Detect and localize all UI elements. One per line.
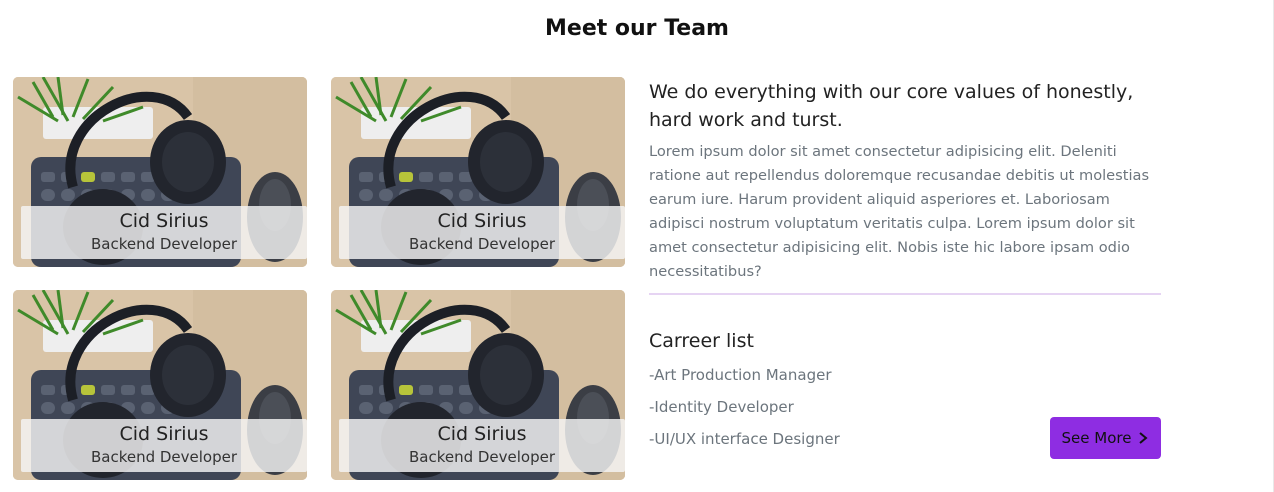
member-role: Backend Developer (90, 235, 238, 253)
divider (649, 293, 1161, 295)
team-caption: Cid Sirius Backend Developer (21, 419, 307, 472)
team-caption: Cid Sirius Backend Developer (339, 206, 625, 259)
team-card: Cid Sirius Backend Developer (331, 290, 625, 480)
section-title: Meet our Team (545, 16, 729, 41)
team-caption: Cid Sirius Backend Developer (339, 419, 625, 472)
see-more-button[interactable]: See More (1050, 417, 1161, 459)
see-more-label: See More (1061, 429, 1132, 447)
team-card: Cid Sirius Backend Developer (13, 77, 307, 267)
about-panel: We do everything with our core values of… (649, 78, 1161, 284)
member-role: Backend Developer (408, 448, 556, 466)
about-body: Lorem ipsum dolor sit amet consectetur a… (649, 143, 1150, 280)
team-caption: Cid Sirius Backend Developer (21, 206, 307, 259)
member-name: Cid Sirius (437, 210, 527, 232)
chevron-right-icon (1139, 432, 1149, 444)
member-role: Backend Developer (408, 235, 556, 253)
about-heading: We do everything with our core values of… (649, 81, 1134, 131)
team-card: Cid Sirius Backend Developer (13, 290, 307, 480)
team-card: Cid Sirius Backend Developer (331, 77, 625, 267)
member-name: Cid Sirius (119, 210, 209, 232)
member-role: Backend Developer (90, 448, 238, 466)
member-name: Cid Sirius (119, 423, 209, 445)
career-item: -UI/UX interface Designer (649, 430, 840, 448)
member-name: Cid Sirius (437, 423, 527, 445)
career-item: -Art Production Manager (649, 366, 832, 384)
career-item: -Identity Developer (649, 398, 794, 416)
career-title: Carreer list (649, 330, 754, 352)
